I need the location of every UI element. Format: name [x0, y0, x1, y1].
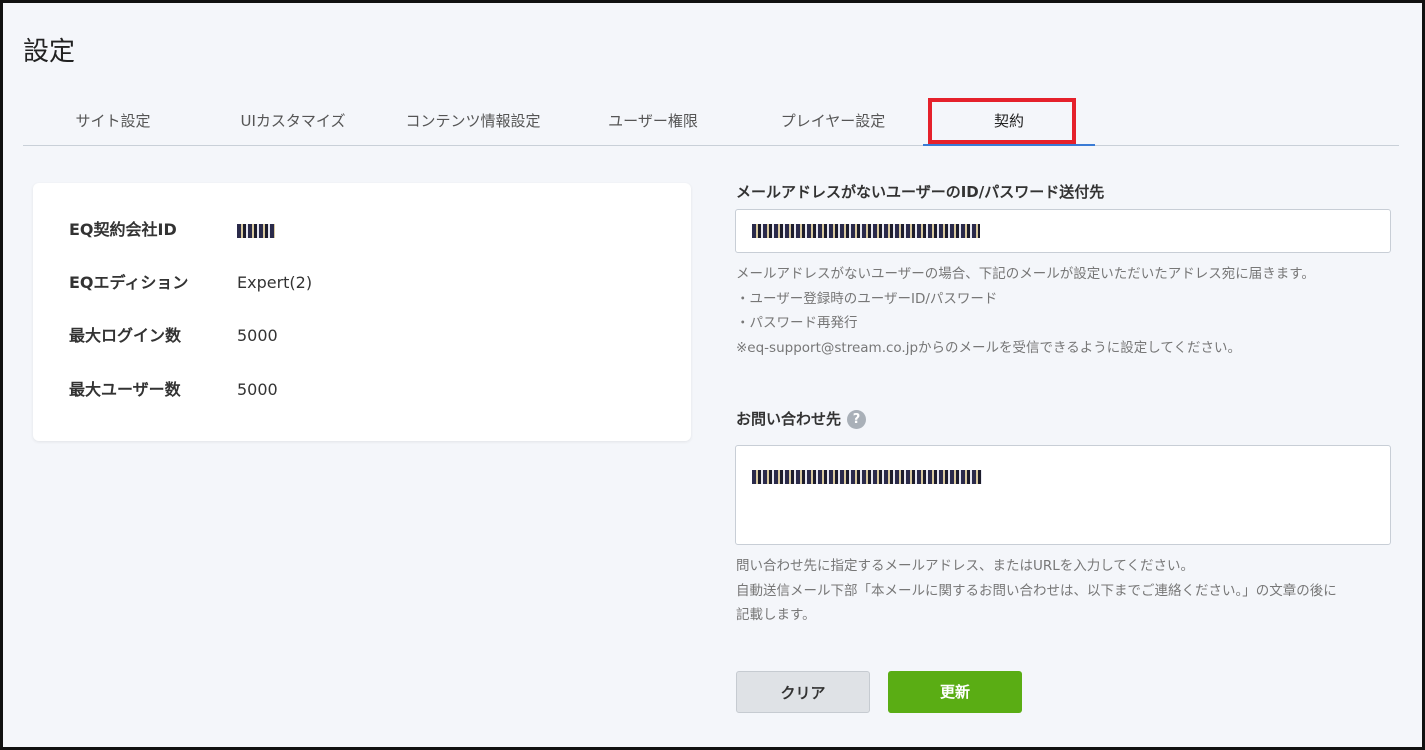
email-destination-help: メールアドレスがないユーザーの場合、下記のメールが設定いただいたアドレス宛に届き… — [736, 262, 1315, 360]
update-button[interactable]: 更新 — [888, 671, 1022, 713]
contract-info-card: EQ契約会社ID EQエディション Expert(2) 最大ログイン数 5000… — [33, 183, 691, 441]
tab-ui-customize[interactable]: UIカスタマイズ — [203, 97, 383, 145]
info-value: 5000 — [237, 326, 278, 345]
info-label: EQ契約会社ID — [69, 220, 177, 239]
info-label: 最大ユーザー数 — [69, 380, 181, 399]
help-line: ※eq-support@stream.co.jpからのメールを受信できるように設… — [736, 339, 1241, 356]
tab-label: プレイヤー設定 — [780, 112, 886, 130]
masked-value — [752, 224, 980, 238]
tab-label: コンテンツ情報設定 — [405, 112, 541, 130]
contact-textarea[interactable] — [735, 445, 1391, 545]
tab-user-permissions[interactable]: ユーザー権限 — [563, 97, 743, 145]
info-value: Expert(2) — [237, 273, 313, 292]
page-title: 設定 — [23, 37, 76, 67]
settings-page: 設定 サイト設定 UIカスタマイズ コンテンツ情報設定 ユーザー権限 プレイヤー… — [0, 0, 1425, 750]
masked-value — [237, 223, 275, 238]
tab-content-info[interactable]: コンテンツ情報設定 — [383, 97, 563, 145]
tab-label: 契約 — [993, 112, 1024, 130]
company-id-value — [237, 218, 275, 242]
info-label: 最大ログイン数 — [69, 326, 182, 345]
help-question-icon[interactable]: ? — [847, 410, 867, 429]
tab-player-settings[interactable]: プレイヤー設定 — [743, 97, 923, 145]
help-line: メールアドレスがないユーザーの場合、下記のメールが設定いただいたアドレス宛に届き… — [736, 266, 1315, 282]
help-line: 記載します。 — [736, 607, 816, 623]
tab-contract[interactable]: 契約 — [923, 97, 1095, 146]
tab-label: サイト設定 — [75, 112, 151, 130]
clear-button[interactable]: クリア — [736, 671, 870, 713]
active-tab-indicator — [923, 144, 1095, 146]
tab-label: ユーザー権限 — [608, 112, 698, 130]
help-line: ・パスワード再発行 — [736, 315, 858, 331]
contact-label: お問い合わせ先 — [736, 410, 842, 428]
masked-value — [752, 470, 982, 484]
help-line: 問い合わせ先に指定するメールアドレス、またはURLを入力してください。 — [736, 558, 1194, 574]
tab-label: UIカスタマイズ — [240, 112, 346, 130]
email-destination-label: メールアドレスがないユーザーのID/パスワード送付先 — [736, 183, 1105, 201]
help-line: 自動送信メール下部「本メールに関するお問い合わせは、以下までご連絡ください。」の… — [736, 582, 1337, 599]
info-label: EQエディション — [69, 273, 189, 292]
info-value: 5000 — [237, 380, 278, 399]
email-destination-input[interactable] — [735, 209, 1391, 253]
tab-site-settings[interactable]: サイト設定 — [23, 97, 203, 145]
contact-help: 問い合わせ先に指定するメールアドレス、またはURLを入力してください。 自動送信… — [736, 554, 1337, 628]
help-line: ・ユーザー登録時のユーザーID/パスワード — [736, 290, 998, 307]
settings-tabs: サイト設定 UIカスタマイズ コンテンツ情報設定 ユーザー権限 プレイヤー設定 … — [23, 97, 1399, 146]
contact-label-wrapper: お問い合わせ先? — [736, 408, 867, 429]
